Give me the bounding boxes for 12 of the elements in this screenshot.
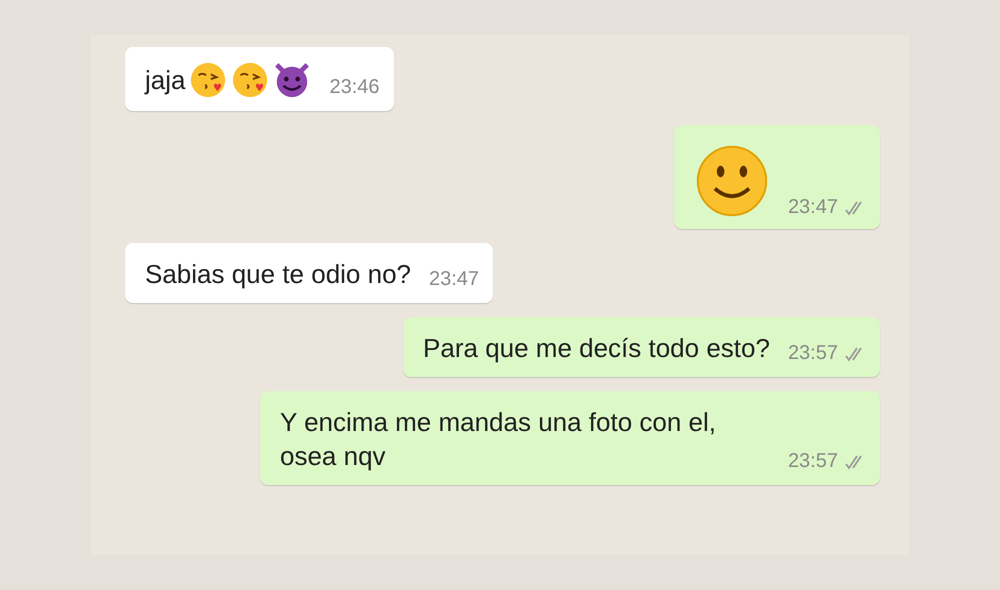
message-time: 23:46 [329,76,380,99]
message-time: 23:57 [788,342,838,365]
message-text: Sabias que te odio no? [145,258,411,291]
kissing-face-icon [189,61,228,99]
message-time: 23:47 [788,196,838,219]
message-time: 23:57 [788,450,838,473]
message-text: Para que me decís todo esto? [423,332,770,365]
kissing-face-icon [231,61,270,99]
message-text: Y encima me mandas una foto con el, osea nqv [280,406,717,473]
message-time: 23:47 [429,268,480,291]
message-text: jaja [145,64,186,97]
devil-face-icon [273,61,312,99]
